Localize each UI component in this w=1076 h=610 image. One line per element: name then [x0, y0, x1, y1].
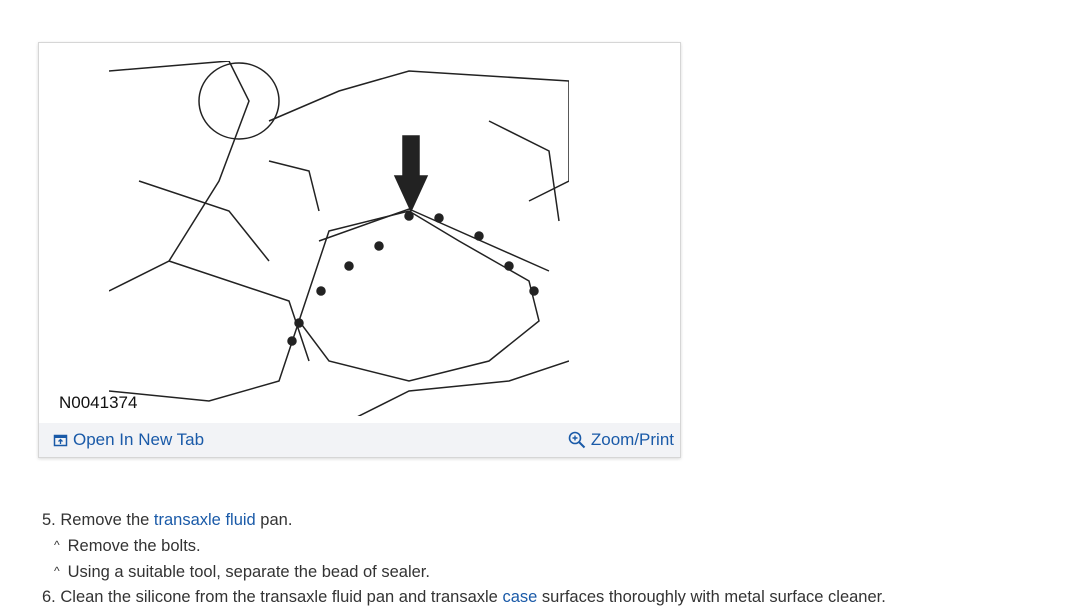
step-text: Clean the silicone from the transaxle fl… — [60, 588, 503, 606]
figure-action-bar: Open In New Tab Zoom/Print — [39, 423, 680, 457]
step-number: 6. — [42, 588, 56, 606]
substep-text: Using a suitable tool, separate the bead… — [67, 563, 430, 581]
open-in-new-tab-link[interactable]: Open In New Tab — [53, 430, 204, 450]
substep-text: Remove the bolts. — [67, 537, 201, 555]
step-text: Remove the — [60, 511, 154, 529]
step-text: surfaces thoroughly with metal surface c… — [537, 588, 886, 606]
substep: ^ Remove the bolts. — [42, 533, 886, 559]
zoom-print-link[interactable]: Zoom/Print — [568, 430, 674, 450]
step-text: pan. — [255, 511, 293, 529]
substep: ^ Using a suitable tool, separate the bea… — [42, 559, 886, 585]
procedure-steps: 5. Remove the transaxle fluid pan. ^ Remo… — [42, 508, 886, 610]
caret-bullet-icon: ^ — [54, 538, 60, 552]
open-in-new-tab-label: Open In New Tab — [73, 430, 205, 449]
case-link[interactable]: case — [502, 588, 537, 606]
transaxle-fluid-link[interactable]: transaxle fluid — [154, 511, 256, 529]
step-6: 6. Clean the silicone from the transaxle… — [42, 585, 886, 610]
transaxle-pan-illustration — [109, 61, 569, 416]
caret-bullet-icon: ^ — [54, 564, 60, 578]
zoom-in-icon — [568, 431, 586, 449]
step-number: 5. — [42, 511, 56, 529]
step-5: 5. Remove the transaxle fluid pan. — [42, 508, 886, 533]
figure-card: N0041374 Open In New Tab Zoom/Print — [38, 42, 681, 458]
zoom-print-label: Zoom/Print — [590, 430, 674, 449]
open-new-tab-icon — [53, 434, 68, 446]
figure-caption: N0041374 — [59, 393, 138, 412]
